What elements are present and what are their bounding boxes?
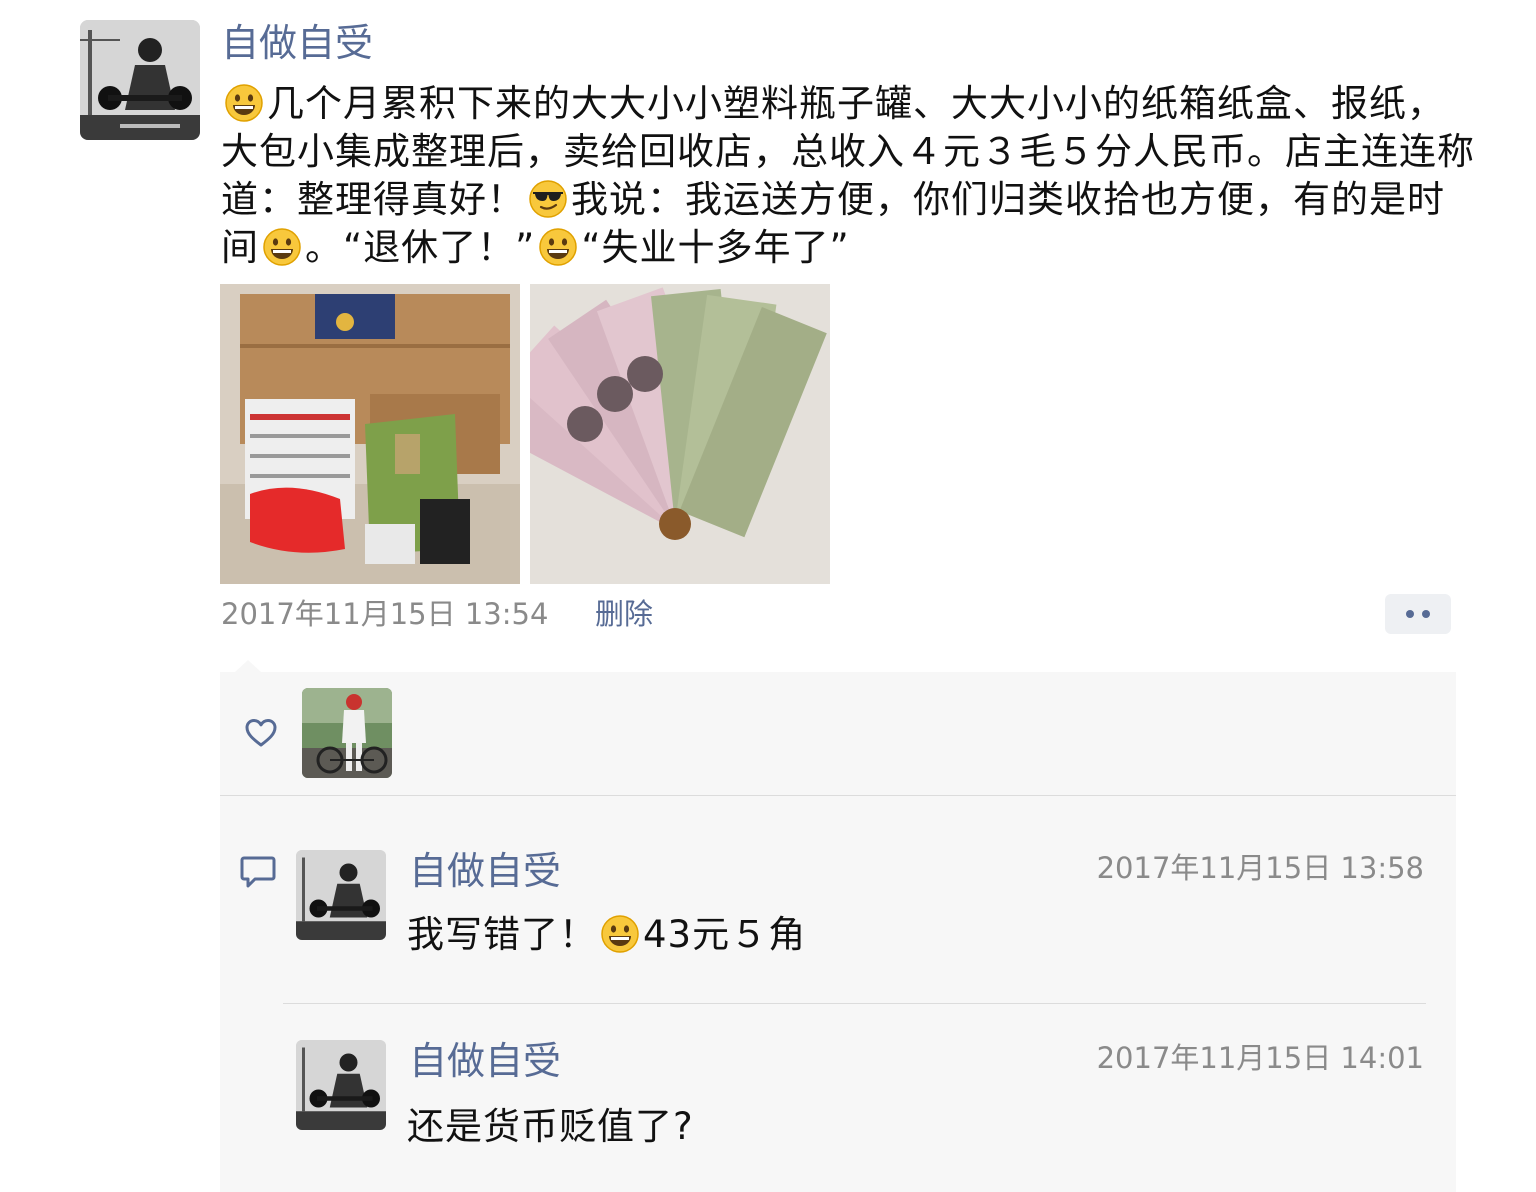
grinning-face-emoji (262, 227, 302, 267)
more-options-button[interactable] (1385, 594, 1451, 634)
post-author-name[interactable]: 自做自受 (221, 20, 373, 66)
post-timestamp: 2017年11月15日 13:54 (221, 597, 549, 631)
post-text: 几个月累积下来的大大小小塑料瓶子罐、大大小小的纸箱纸盒、报纸，大包小集成整理后，… (221, 80, 1481, 272)
grinning-face-emoji (600, 914, 640, 954)
panel-pointer (235, 660, 261, 672)
comment-icon (240, 856, 276, 888)
comment-text-part: 43元５角 (643, 913, 807, 956)
grinning-face-emoji (538, 227, 578, 267)
sunglasses-face-emoji (528, 179, 568, 219)
banknotes-photo[interactable] (530, 284, 830, 584)
more-dot-icon (1406, 610, 1414, 618)
post-text-part: 。“退休了！” (305, 226, 536, 269)
comment-timestamp: 2017年11月15日 13:58 (1096, 851, 1424, 885)
comments-divider (283, 1003, 1426, 1004)
comment-text-part: 我写错了！ (407, 913, 597, 956)
commenter-avatar[interactable] (296, 1040, 386, 1130)
comment-timestamp: 2017年11月15日 14:01 (1096, 1041, 1424, 1075)
more-dot-icon (1422, 610, 1430, 618)
interaction-panel (220, 672, 1456, 1192)
comment-text[interactable]: 还是货币贬值了? (407, 1102, 694, 1152)
likes-divider (220, 795, 1456, 796)
commenter-avatar[interactable] (296, 850, 386, 940)
post-text-part: “失业十多年了” (581, 226, 850, 269)
recyclables-photo[interactable] (220, 284, 520, 584)
comment-author-name[interactable]: 自做自受 (409, 848, 561, 894)
liker-avatar[interactable] (302, 688, 392, 778)
comment-text[interactable]: 我写错了！ 43元５角 (407, 910, 806, 960)
author-avatar[interactable] (80, 20, 200, 140)
delete-button[interactable]: 删除 (595, 594, 653, 634)
heart-icon (245, 719, 277, 747)
grinning-face-emoji (224, 83, 264, 123)
comment-author-name[interactable]: 自做自受 (409, 1038, 561, 1084)
